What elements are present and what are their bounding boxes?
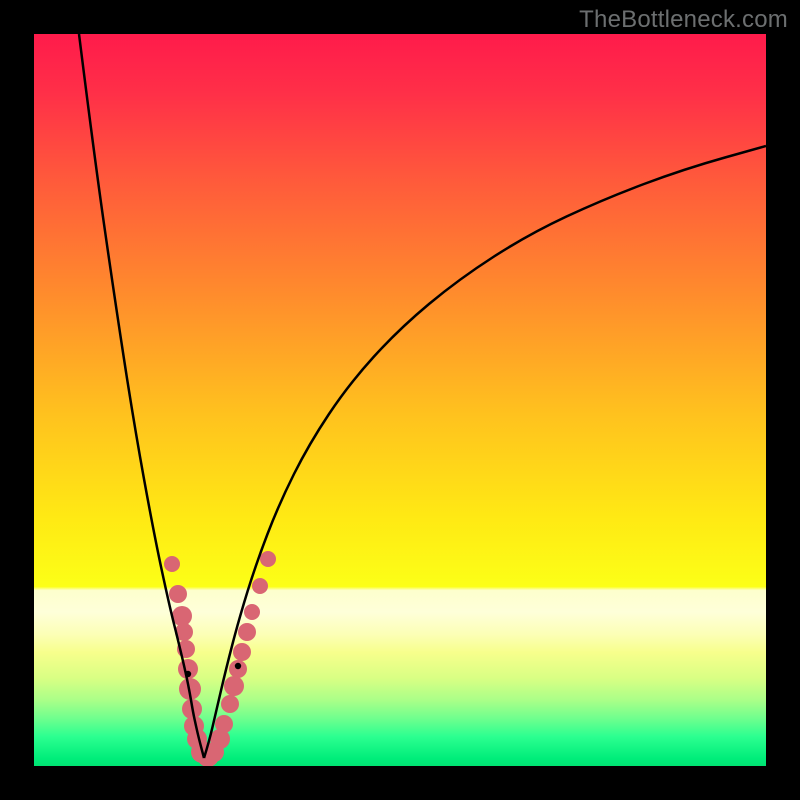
data-point — [215, 715, 233, 733]
data-point — [252, 578, 268, 594]
anchor-point — [235, 663, 241, 669]
data-point — [244, 604, 260, 620]
data-point — [221, 695, 239, 713]
data-point — [238, 623, 256, 641]
data-point — [164, 556, 180, 572]
anchor-point — [185, 671, 191, 677]
data-point — [224, 676, 244, 696]
data-point — [233, 643, 251, 661]
gradient-background — [34, 34, 766, 766]
data-point — [169, 585, 187, 603]
data-point — [260, 551, 276, 567]
watermark-text: TheBottleneck.com — [579, 6, 788, 34]
plot-area — [34, 34, 766, 766]
chart-frame: TheBottleneck.com — [0, 0, 800, 800]
chart-svg — [34, 34, 766, 766]
